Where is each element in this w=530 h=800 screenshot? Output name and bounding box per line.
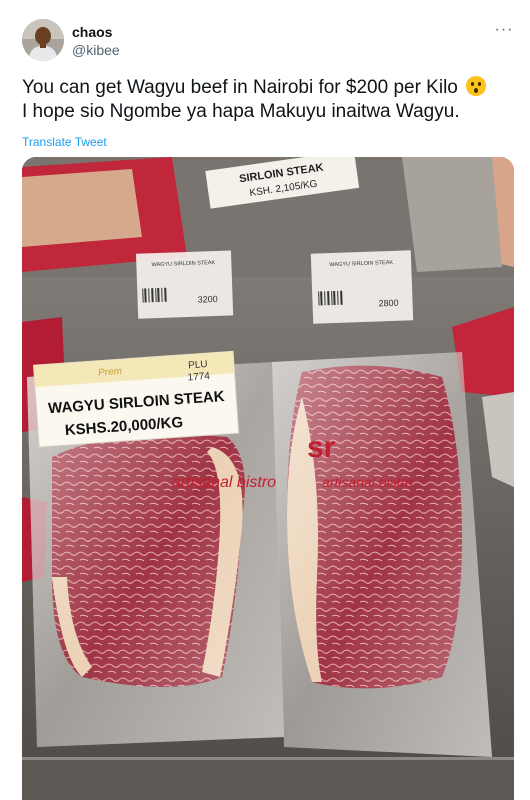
right-bag-print-logo: sr: [307, 431, 336, 464]
price-label-plu-number: 1774: [187, 371, 210, 384]
face-with-open-mouth-emoji: [466, 76, 487, 96]
left-pack-tag: WAGYU SIRLOIN STEAK 3200: [135, 250, 234, 319]
avatar[interactable]: [22, 19, 64, 61]
more-horizontal-icon: ···: [494, 21, 514, 38]
tweet-text-segment: You can get Wagyu beef in Nairobi for $2…: [22, 77, 458, 98]
more-options-button[interactable]: ···: [492, 22, 516, 42]
wagyu-price-label: Prem PLU 1774 WAGYU SIRLOIN STEAK KSHS.2…: [32, 350, 240, 448]
photo-meat-display: SIRLOIN STEAK KSH. 2,105/KG artisanal bi…: [22, 157, 514, 800]
tweet-text-line: You can get Wagyu beef in Nairobi for $2…: [22, 76, 522, 100]
translate-tweet-link[interactable]: Translate Tweet: [22, 135, 107, 149]
tweet-text-line: I hope sio Ngombe ya hapa Makuyu inaitwa…: [22, 101, 460, 122]
right-steak-package: sr artisanal bistro: [272, 352, 492, 757]
price-label-brand: Prem: [98, 366, 123, 379]
right-pack-tag-price: 2800: [378, 298, 398, 309]
display-name[interactable]: chaos: [72, 24, 112, 40]
left-bag-print: artisanal bistro: [172, 474, 276, 491]
user-handle[interactable]: @kibee: [72, 42, 120, 58]
tweet: chaos @kibee ··· You can get Wagyu beef …: [0, 0, 530, 800]
tweet-text: You can get Wagyu beef in Nairobi for $2…: [22, 76, 522, 124]
price-label-plu-label: PLU: [188, 359, 208, 371]
left-pack-tag-price: 3200: [197, 294, 217, 305]
right-bag-print: artisanal bistro: [322, 474, 413, 490]
avatar-image: [22, 19, 64, 61]
right-pack-tag: WAGYU SIRLOIN STEAK 2800: [310, 250, 414, 324]
tweet-photo[interactable]: SIRLOIN STEAK KSH. 2,105/KG artisanal bi…: [22, 157, 514, 800]
